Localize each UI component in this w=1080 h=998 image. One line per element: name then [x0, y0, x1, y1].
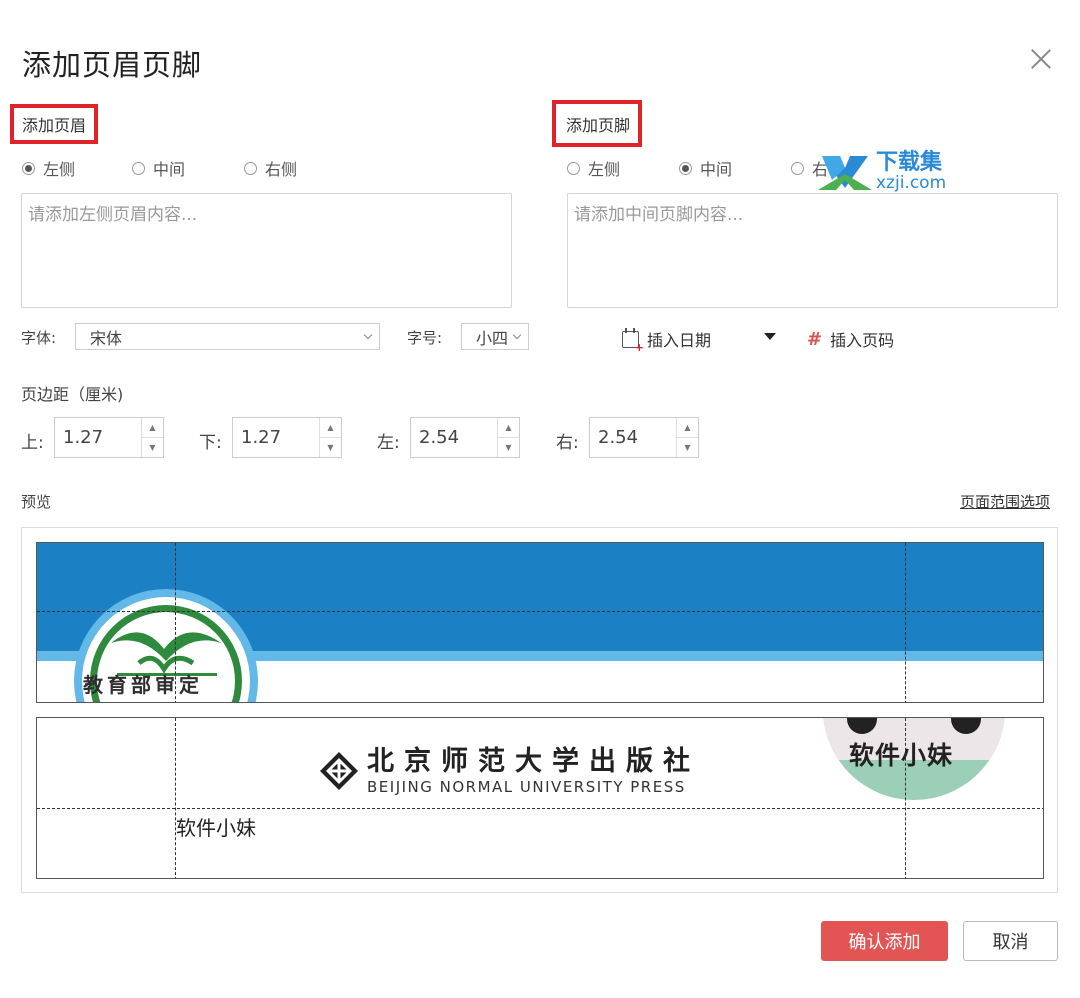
margin-guide-top: [37, 611, 1043, 612]
margin-guide-right: [905, 543, 906, 702]
margin-guide-left: [175, 718, 176, 878]
header-radio-center-label: 中间: [153, 160, 186, 179]
font-size-select-value: 小四: [476, 328, 509, 348]
margin-bottom-stepper[interactable]: 1.27 ▲ ▼: [232, 417, 342, 458]
watermark-text-cn: 下载集: [876, 150, 943, 175]
margin-bottom-value[interactable]: 1.27: [233, 418, 319, 457]
download-arrow-icon: [818, 156, 872, 190]
header-content-input[interactable]: [21, 193, 512, 308]
insert-date-button[interactable]: 插入日期: [622, 327, 712, 353]
margins-title: 页边距（厘米): [21, 385, 124, 404]
font-select[interactable]: 宋体: [75, 323, 380, 350]
font-size-label: 字号:: [407, 329, 443, 347]
cancel-button[interactable]: 取消: [963, 921, 1058, 961]
font-select-value: 宋体: [90, 328, 123, 348]
avatar-image: 软件小妹: [823, 718, 1005, 800]
margin-guide-right: [905, 718, 906, 878]
page-number-icon: #: [807, 328, 823, 350]
margin-top-stepper[interactable]: 1.27 ▲ ▼: [54, 417, 164, 458]
header-section-label: 添加页眉: [10, 104, 99, 144]
chevron-down-icon: [512, 330, 522, 340]
stepper-up-icon[interactable]: ▲: [320, 418, 341, 438]
footer-position-group: 左侧 中间 右: [567, 156, 828, 180]
header-radio-left-label: 左侧: [43, 160, 76, 179]
margin-guide-bottom: [37, 808, 1043, 809]
radio-icon: [679, 161, 692, 175]
margin-right-stepper[interactable]: 2.54 ▲ ▼: [589, 417, 699, 458]
footer-radio-center-label: 中间: [700, 160, 733, 179]
dialog-title: 添加页眉页脚: [22, 48, 203, 82]
publisher-name-cn: 北京师范大学出版社: [367, 746, 700, 777]
preview-label: 预览: [21, 493, 52, 511]
stepper-up-icon[interactable]: ▲: [498, 418, 519, 438]
watermark-text-url: xzji.com: [876, 173, 947, 193]
header-radio-center[interactable]: 中间: [132, 156, 244, 180]
stepper-down-icon[interactable]: ▼: [142, 438, 163, 457]
stepper-up-icon[interactable]: ▲: [142, 418, 163, 438]
margin-bottom-label: 下:: [199, 433, 222, 453]
preview-footer-page: 软件小妹 北京师范大学出版社 BEIJING NORMAL UNIVERSITY…: [36, 717, 1044, 879]
margin-top-value[interactable]: 1.27: [55, 418, 141, 457]
chevron-down-icon: [363, 330, 373, 340]
font-size-select[interactable]: 小四: [461, 323, 529, 350]
header-position-group: 左侧 中间 右侧: [22, 156, 297, 180]
watermark-logo: 下载集 xzji.com: [818, 150, 946, 194]
margin-top-label: 上:: [21, 433, 44, 453]
footer-radio-left[interactable]: 左侧: [567, 156, 679, 180]
insert-page-number-label: 插入页码: [830, 331, 895, 350]
header-radio-left[interactable]: 左侧: [22, 156, 132, 180]
publisher-logo: 北京师范大学出版社 BEIJING NORMAL UNIVERSITY PRES…: [319, 746, 700, 796]
margin-guide-left: [175, 543, 176, 702]
avatar-text: 软件小妹: [849, 741, 954, 770]
stepper-down-icon[interactable]: ▼: [677, 438, 698, 457]
insert-date-label: 插入日期: [647, 331, 712, 350]
margin-left-value[interactable]: 2.54: [411, 418, 497, 457]
header-radio-right[interactable]: 右侧: [244, 156, 297, 180]
margin-left-label: 左:: [377, 433, 400, 453]
radio-icon: [791, 161, 804, 175]
page-range-options-link[interactable]: 页面范围选项: [960, 491, 1050, 512]
margin-right-label: 右:: [556, 433, 579, 453]
stepper-down-icon[interactable]: ▼: [498, 438, 519, 457]
confirm-add-button[interactable]: 确认添加: [821, 921, 948, 961]
margin-left-stepper[interactable]: 2.54 ▲ ▼: [410, 417, 520, 458]
footer-content-input[interactable]: [567, 193, 1058, 308]
radio-icon: [567, 161, 580, 175]
footer-section-label: 添加页脚: [552, 100, 643, 147]
stepper-up-icon[interactable]: ▲: [677, 418, 698, 438]
stepper-down-icon[interactable]: ▼: [320, 438, 341, 457]
date-format-dropdown-icon[interactable]: [764, 333, 776, 340]
footer-preview-text: 软件小妹: [176, 816, 256, 840]
publisher-name-en: BEIJING NORMAL UNIVERSITY PRESS: [367, 778, 686, 796]
close-icon[interactable]: [1028, 46, 1054, 72]
radio-icon: [132, 161, 145, 175]
footer-radio-center[interactable]: 中间: [679, 156, 791, 180]
font-label: 字体:: [21, 329, 57, 347]
calendar-icon: [622, 327, 644, 353]
radio-icon: [22, 161, 35, 175]
margin-right-value[interactable]: 2.54: [590, 418, 676, 457]
preview-header-page: 教育部审定: [36, 542, 1044, 703]
footer-radio-left-label: 左侧: [588, 160, 621, 179]
emblem-text: 教育部审定: [83, 673, 203, 697]
publisher-diamond-icon: [320, 752, 358, 790]
radio-icon: [244, 161, 257, 175]
header-radio-right-label: 右侧: [265, 160, 298, 179]
insert-page-number-button[interactable]: # 插入页码: [807, 327, 894, 351]
